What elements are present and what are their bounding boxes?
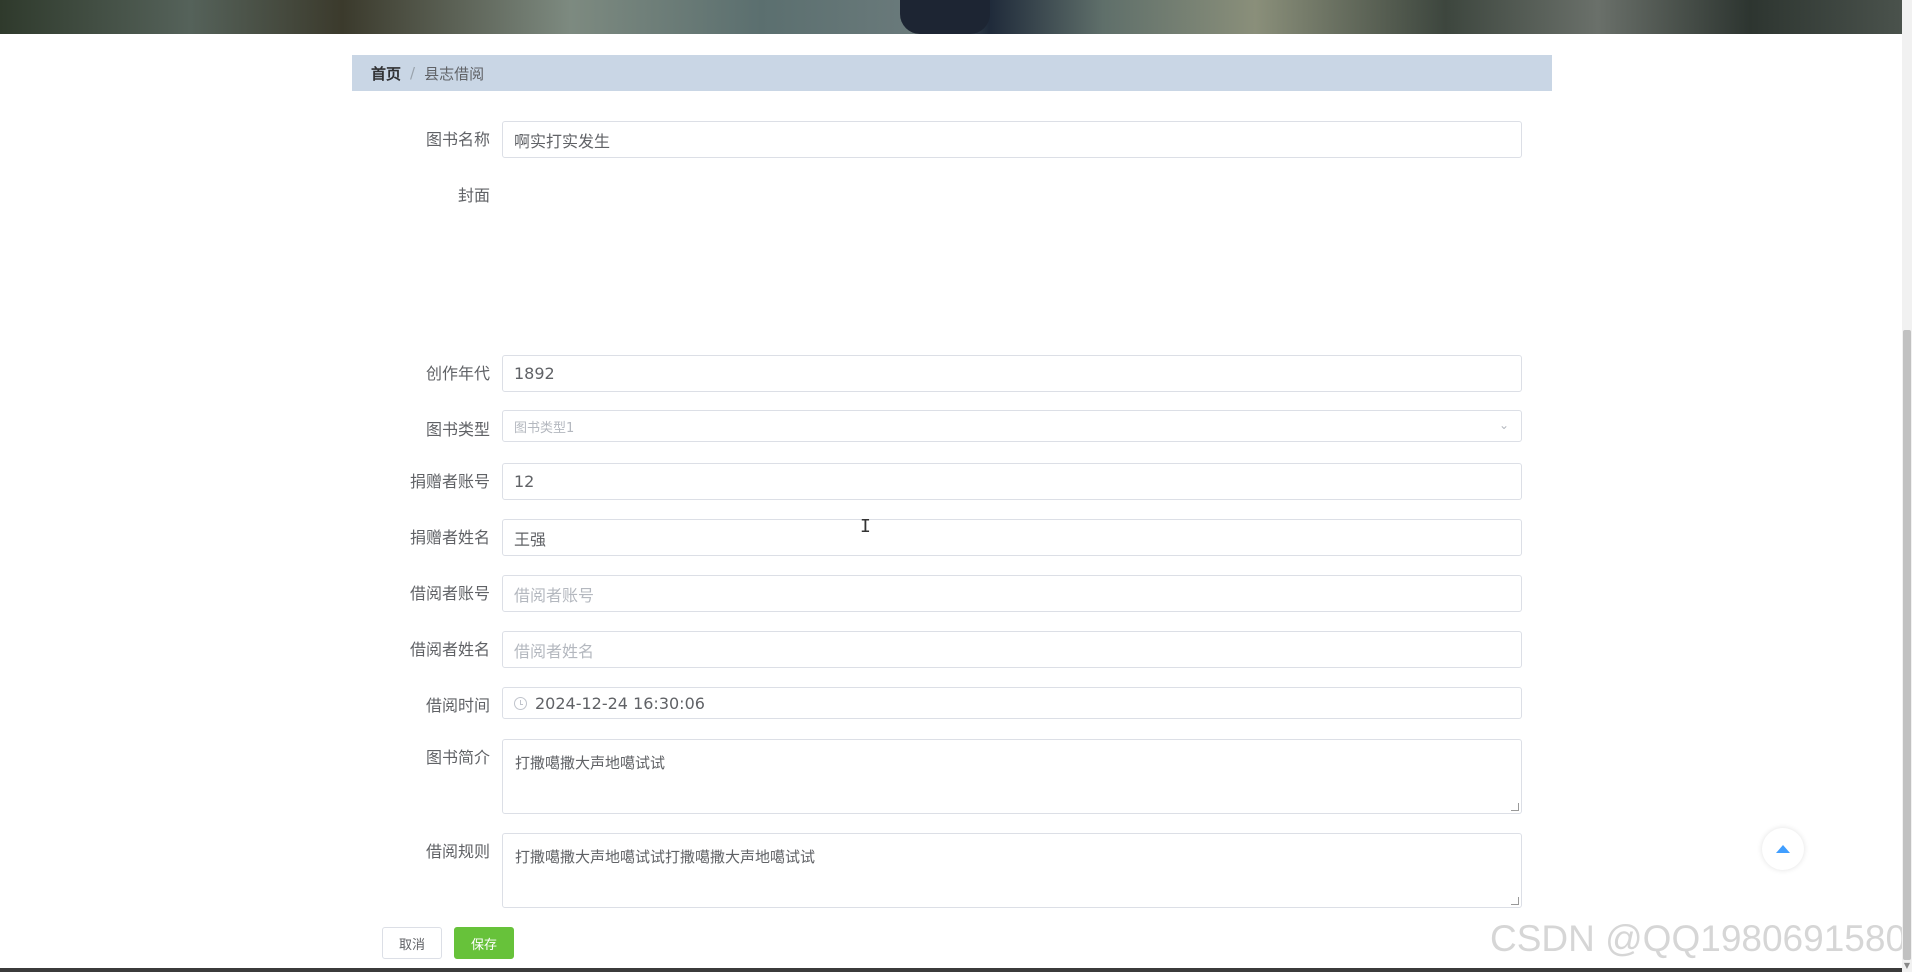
year-input[interactable]: 1892 [502,355,1522,392]
donor-name-value: 王强 [514,529,547,549]
resize-handle-icon[interactable] [1511,897,1519,905]
borrower-name-input[interactable]: 借阅者姓名 [502,631,1522,668]
borrower-name-label: 借阅者姓名 [409,640,490,659]
year-label: 创作年代 [425,364,490,383]
cover-label: 封面 [457,186,490,205]
rules-value: 打撒噶撒大声地噶试试打撒噶撒大声地噶试试 [515,848,816,866]
donor-account-value: 12 [514,472,535,491]
donor-name-label: 捐赠者姓名 [409,528,490,547]
intro-value: 打撒噶撒大声地噶试试 [515,754,666,772]
donor-account-label: 捐赠者账号 [409,472,490,491]
rules-label: 借阅规则 [425,842,490,861]
save-button[interactable]: 保存 [454,927,514,959]
breadcrumb-home[interactable]: 首页 [371,63,401,84]
book-name-input[interactable]: 啊实打实发生 [502,121,1522,158]
book-type-value: 图书类型1 [514,420,575,436]
donor-account-input[interactable]: 12 [502,463,1522,500]
book-name-label: 图书名称 [425,130,490,149]
scroll-down-icon[interactable]: ▼ [1903,962,1911,970]
cover-image-area [502,178,702,328]
resize-handle-icon[interactable] [1511,803,1519,811]
banner-figure [900,0,990,34]
book-name-value: 啊实打实发生 [514,131,611,151]
book-type-select[interactable]: 图书类型1 ⌄ [502,410,1522,442]
borrower-account-placeholder: 借阅者账号 [514,585,595,605]
chevron-down-icon: ⌄ [1498,418,1509,432]
borrow-time-value: 2024-12-24 16:30:06 [535,693,705,713]
text-cursor-icon: I [860,516,871,537]
vertical-scrollbar[interactable]: ▼ [1902,0,1912,972]
back-to-top-button[interactable] [1762,828,1804,870]
intro-label: 图书简介 [425,748,490,767]
clock-icon [514,696,527,710]
breadcrumb-current: 县志借阅 [424,64,485,83]
borrower-account-input[interactable]: 借阅者账号 [502,575,1522,612]
scrollbar-thumb[interactable] [1903,330,1911,960]
book-type-label: 图书类型 [425,420,490,439]
watermark: CSDN @QQ1980691580 [1490,918,1907,959]
borrower-account-label: 借阅者账号 [409,584,490,603]
year-value: 1892 [514,364,555,383]
breadcrumb: 首页 / 县志借阅 [352,55,1552,91]
header-banner-image [0,0,1902,34]
rules-textarea[interactable]: 打撒噶撒大声地噶试试打撒噶撒大声地噶试试 [502,833,1522,908]
bottom-edge-bar [0,968,1902,972]
breadcrumb-separator: / [410,64,416,82]
donor-name-input[interactable]: 王强 [502,519,1522,556]
borrow-time-picker[interactable]: 2024-12-24 16:30:06 [502,687,1522,719]
cancel-button[interactable]: 取消 [382,927,442,959]
caret-up-icon [1776,845,1790,853]
borrow-time-label: 借阅时间 [425,696,490,715]
intro-textarea[interactable]: 打撒噶撒大声地噶试试 [502,739,1522,814]
borrower-name-placeholder: 借阅者姓名 [514,641,595,661]
